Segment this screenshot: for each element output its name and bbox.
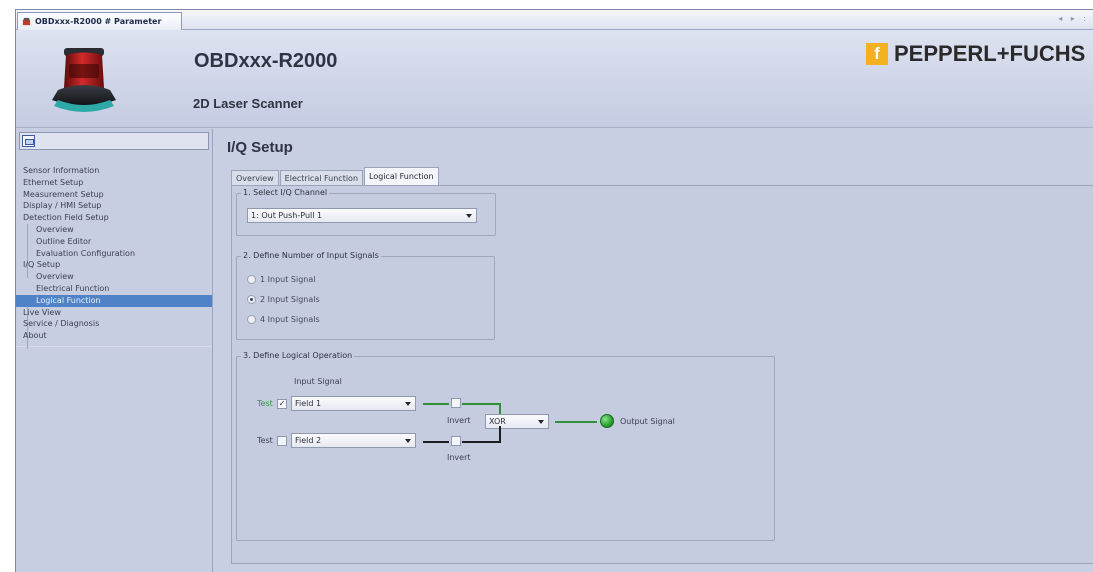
navigation-tree: Sensor Information Ethernet Setup Measur…	[16, 165, 212, 349]
sidebar-item-sensor-information[interactable]: Sensor Information	[16, 165, 212, 177]
invert-2-label: Invert	[447, 453, 471, 462]
sidebar-item-electrical-function[interactable]: Electrical Function	[16, 283, 212, 295]
output-signal-led-icon	[600, 414, 614, 428]
operator-value: XOR	[489, 417, 506, 426]
input-signals-group: 2. Define Number of Input Signals 1 Inpu…	[236, 251, 495, 340]
radio-button[interactable]	[247, 275, 256, 284]
sidebar-divider	[16, 345, 212, 347]
channel-select[interactable]: 1: Out Push-Pull 1	[247, 208, 477, 223]
radio-label: 2 Input Signals	[260, 295, 320, 304]
sidebar-item-detection-overview[interactable]: Overview	[16, 224, 212, 236]
sidebar-item-about[interactable]: About	[16, 330, 212, 342]
field-1-wire	[423, 403, 449, 405]
sidebar-toolbar	[19, 132, 209, 150]
app-window: OBDxxx-R2000 # Parameter ◂ ▸ : OBDxxx-R2…	[15, 9, 1093, 572]
sidebar-item-evaluation-configuration[interactable]: Evaluation Configuration	[16, 248, 212, 260]
output-signal-label: Output Signal	[620, 417, 675, 426]
field-2-value: Field 2	[295, 436, 322, 445]
output-wire	[555, 421, 597, 423]
field-1-value: Field 1	[295, 399, 322, 408]
radio-label: 1 Input Signal	[260, 275, 316, 284]
product-subtitle: 2D Laser Scanner	[193, 96, 303, 111]
panel-icon[interactable]	[22, 135, 35, 147]
sidebar-item-live-view[interactable]: Live View	[16, 307, 212, 319]
tab-electrical-function[interactable]: Electrical Function	[279, 170, 364, 186]
channel-select-value: 1: Out Push-Pull 1	[251, 211, 323, 220]
test-2-label: Test	[257, 436, 273, 445]
logical-function-panel: 1. Select I/Q Channel 1: Out Push-Pull 1…	[231, 185, 1093, 564]
input-signal-header: Input Signal	[294, 377, 342, 386]
operator-select[interactable]: XOR	[485, 414, 549, 429]
chevron-down-icon	[405, 402, 411, 406]
sidebar-item-display-hmi-setup[interactable]: Display / HMI Setup	[16, 200, 212, 212]
sidebar-item-iq-overview[interactable]: Overview	[16, 271, 212, 283]
navigation-sidebar: Sensor Information Ethernet Setup Measur…	[16, 129, 213, 572]
product-header: OBDxxx-R2000 2D Laser Scanner f PEPPERL+…	[16, 30, 1093, 128]
brand-name: PEPPERL+FUCHS	[894, 41, 1086, 66]
brand: f PEPPERL+FUCHS	[866, 41, 1085, 67]
laser-scanner-image	[52, 48, 116, 112]
tab-scroll-arrows-icon[interactable]: ◂ ▸ :	[1058, 14, 1089, 23]
chevron-down-icon	[466, 214, 472, 218]
test-1-checkbox[interactable]: ✓	[277, 399, 287, 409]
invert-1-wire	[462, 403, 500, 405]
document-tab-label: OBDxxx-R2000 # Parameter	[35, 17, 162, 26]
sidebar-item-measurement-setup[interactable]: Measurement Setup	[16, 189, 212, 201]
invert-1-label: Invert	[447, 416, 471, 425]
field-1-select[interactable]: Field 1	[291, 396, 416, 411]
chevron-down-icon	[405, 439, 411, 443]
document-tab[interactable]: OBDxxx-R2000 # Parameter	[17, 12, 182, 30]
radio-1-input-signal[interactable]: 1 Input Signal	[247, 275, 315, 284]
chevron-down-icon	[538, 420, 544, 424]
sidebar-item-service-diagnosis[interactable]: Service / Diagnosis	[16, 318, 212, 330]
pepperl-fuchs-logo-icon: f	[866, 43, 888, 65]
main-content: I/Q Setup Overview Electrical Function L…	[214, 129, 1093, 572]
sidebar-item-logical-function[interactable]: Logical Function	[16, 294, 212, 307]
test-2-checkbox[interactable]	[277, 436, 287, 446]
field-2-select[interactable]: Field 2	[291, 433, 416, 448]
document-tabbar: OBDxxx-R2000 # Parameter ◂ ▸ :	[16, 10, 1093, 30]
test-1-label: Test	[257, 399, 273, 408]
sidebar-item-ethernet-setup[interactable]: Ethernet Setup	[16, 177, 212, 189]
function-tabs: Overview Electrical Function Logical Fun…	[231, 166, 440, 186]
field-2-wire	[423, 441, 449, 443]
document-tab-icon	[22, 17, 31, 26]
tab-overview[interactable]: Overview	[231, 170, 279, 186]
invert-2-wire-up	[499, 426, 501, 443]
radio-label: 4 Input Signals	[260, 315, 320, 324]
radio-button-checked[interactable]	[247, 295, 256, 304]
input-signals-title: 2. Define Number of Input Signals	[241, 251, 381, 260]
sidebar-item-iq-setup[interactable]: I/Q Setup	[16, 259, 212, 271]
radio-4-input-signals[interactable]: 4 Input Signals	[247, 315, 320, 324]
radio-button[interactable]	[247, 315, 256, 324]
logical-operation-group: 3. Define Logical Operation Input Signal…	[236, 351, 775, 541]
tab-logical-function[interactable]: Logical Function	[364, 167, 439, 186]
sidebar-item-detection-field-setup[interactable]: Detection Field Setup	[16, 212, 212, 224]
logical-operation-title: 3. Define Logical Operation	[241, 351, 355, 360]
invert-2-checkbox[interactable]	[451, 436, 461, 446]
radio-2-input-signals[interactable]: 2 Input Signals	[247, 295, 320, 304]
invert-2-wire	[462, 441, 500, 443]
invert-1-checkbox[interactable]	[451, 398, 461, 408]
select-channel-group: 1. Select I/Q Channel 1: Out Push-Pull 1	[236, 188, 496, 236]
sidebar-item-outline-editor[interactable]: Outline Editor	[16, 236, 212, 248]
page-title: I/Q Setup	[227, 139, 293, 156]
product-title: OBDxxx-R2000	[194, 50, 338, 72]
select-channel-title: 1. Select I/Q Channel	[241, 188, 330, 197]
